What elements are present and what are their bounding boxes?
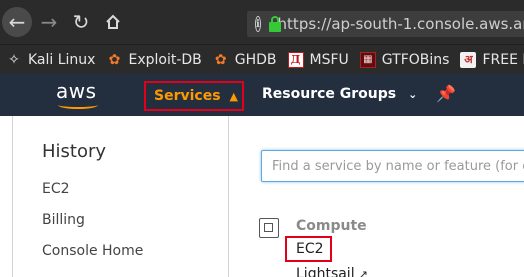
bookmark-exploit-db[interactable]: ✿ Exploit-DB <box>106 51 202 68</box>
bookmarks-bar: ✧ Kali Linux ✿ Exploit-DB ✿ GHDB Д MSFU … <box>0 44 524 74</box>
divider <box>12 116 13 277</box>
resource-groups-menu[interactable]: Resource Groups ⌄ <box>262 86 417 102</box>
services-label: Services <box>154 88 221 104</box>
back-arrow-icon[interactable]: ← <box>2 7 32 37</box>
bookmark-label: Kali Linux <box>28 51 96 68</box>
chevron-up-icon: ▲ <box>229 89 239 103</box>
services-menu-button[interactable]: Services ▲ <box>144 81 244 111</box>
compute-section-title: Compute <box>296 218 367 234</box>
browser-toolbar: ← → ↻ i https://ap-south-1.console.aws.a… <box>0 0 524 44</box>
history-item-ec2[interactable]: EC2 <box>42 181 70 197</box>
pin-icon[interactable]: 📌 <box>436 84 456 103</box>
service-link-ec2[interactable]: EC2 <box>296 241 324 257</box>
bookmark-label: Exploit-DB <box>128 51 202 68</box>
bookmark-msfu[interactable]: Д MSFU <box>287 51 349 68</box>
url-bar[interactable]: i https://ap-south-1.console.aws.am <box>247 11 524 37</box>
bookmark-gtfobins[interactable]: ▦ GTFOBins <box>359 51 450 68</box>
history-item-billing[interactable]: Billing <box>42 212 85 228</box>
aws-logo-text: aws <box>56 79 97 103</box>
reload-icon[interactable]: ↻ <box>66 7 96 37</box>
ghdb-icon: ✿ <box>214 51 227 68</box>
compute-chip-icon <box>259 218 279 238</box>
bookmark-kali-linux[interactable]: ✧ Kali Linux <box>6 52 95 68</box>
forward-arrow-icon[interactable]: → <box>34 7 64 37</box>
kali-dragon-icon: ✧ <box>8 51 20 68</box>
info-icon[interactable]: i <box>255 16 261 32</box>
aws-logo[interactable]: aws <box>56 79 102 111</box>
history-item-console-home[interactable]: Console Home <box>42 243 143 259</box>
resource-groups-label: Resource Groups <box>262 86 397 102</box>
exploit-db-icon: ✿ <box>108 51 121 68</box>
external-link-icon: ↗ <box>358 268 368 277</box>
aws-smile-icon <box>58 101 98 109</box>
bookmark-free-hacking[interactable]: अ FREE H <box>460 51 524 68</box>
bookmark-ghdb[interactable]: ✿ GHDB <box>213 52 277 68</box>
home-icon[interactable] <box>98 7 128 37</box>
lightsail-label: Lightsail <box>296 266 355 277</box>
free-hacking-icon: अ <box>460 51 477 68</box>
msfu-icon: Д <box>287 51 304 68</box>
history-heading: History <box>42 141 107 162</box>
bookmark-label: GHDB <box>234 51 277 68</box>
lock-icon <box>268 16 281 32</box>
bookmark-label: FREE H <box>482 51 524 68</box>
bookmark-label: GTFOBins <box>381 51 450 68</box>
service-search-input[interactable] <box>272 158 524 174</box>
chevron-down-icon: ⌄ <box>408 88 418 101</box>
divider <box>228 116 229 277</box>
url-text: https://ap-south-1.console.aws.am <box>277 15 524 33</box>
gtfobins-icon: ▦ <box>359 51 376 68</box>
service-search-box[interactable] <box>261 150 524 182</box>
service-link-lightsail[interactable]: Lightsail ↗ <box>296 266 368 277</box>
bookmark-label: MSFU <box>309 51 349 68</box>
